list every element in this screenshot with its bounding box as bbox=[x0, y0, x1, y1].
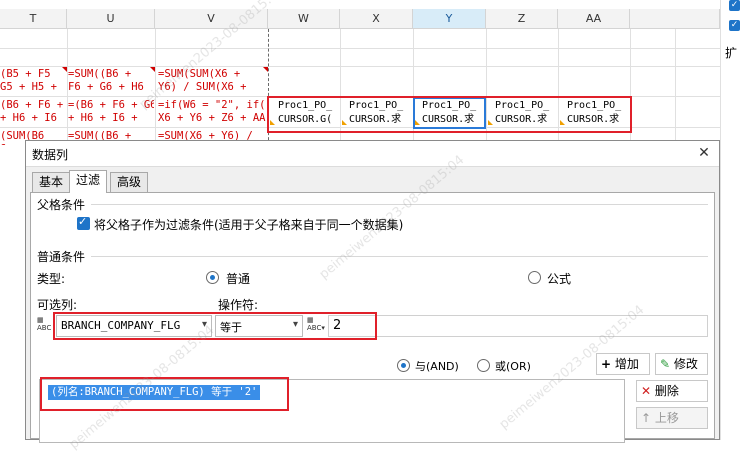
plus-icon: + bbox=[601, 357, 612, 371]
move-up-button-label: 上移 bbox=[654, 411, 679, 425]
use-parent-filter-label: 将父格子作为过滤条件(适用于父子格来自于同一个数据集) bbox=[94, 218, 404, 232]
highlight-box-condition-list bbox=[40, 377, 289, 411]
tab-filter[interactable]: 过滤 bbox=[69, 170, 108, 193]
add-button[interactable]: + 增加 bbox=[596, 353, 650, 375]
column-header-z[interactable]: Z bbox=[486, 9, 558, 29]
field-type-icon: ▦ ABC bbox=[37, 316, 52, 332]
dialog-titlebar[interactable]: 数据列 ✕ bbox=[26, 141, 719, 167]
parent-condition-title: 父格条件 bbox=[37, 198, 86, 212]
type-label: 类型: bbox=[37, 272, 66, 286]
data-column-dialog: 数据列 ✕ 基本 过滤 高级 父格条件 将父格子作为过滤条件(适用于父子格来自于… bbox=[25, 140, 720, 443]
logic-and-radio[interactable] bbox=[397, 359, 410, 372]
column-header-v[interactable]: V bbox=[155, 9, 268, 29]
column-header-x[interactable]: X bbox=[340, 9, 413, 29]
close-icon[interactable]: ✕ bbox=[695, 144, 713, 162]
delete-button-label: 删除 bbox=[654, 384, 679, 398]
type-formula-label: 公式 bbox=[547, 272, 572, 286]
column-header-t[interactable]: T bbox=[0, 9, 67, 29]
delete-button[interactable]: ✕ 删除 bbox=[636, 380, 708, 402]
delete-icon: ✕ bbox=[641, 384, 652, 398]
checkbox-icon[interactable]: ✓ bbox=[729, 20, 740, 31]
type-formula-radio[interactable] bbox=[528, 271, 541, 284]
tab-advanced[interactable]: 高级 bbox=[110, 172, 149, 192]
type-normal-radio[interactable] bbox=[206, 271, 219, 284]
right-side-panel: ✓ ✓ 扩 bbox=[720, 0, 743, 440]
add-button-label: 增加 bbox=[614, 357, 639, 371]
column-header-y[interactable]: Y bbox=[413, 9, 486, 29]
tab-basic[interactable]: 基本 bbox=[32, 172, 71, 192]
type-normal-label: 普通 bbox=[226, 272, 251, 286]
formula-cell-v2[interactable]: =if(W6 = "2", if(( X6 + Y6 + Z6 + AA bbox=[158, 99, 268, 125]
dialog-title: 数据列 bbox=[32, 148, 69, 162]
formula-cell-u2[interactable]: =(B6 + F6 + G6 + H6 + I6 + bbox=[68, 99, 154, 125]
arrow-up-icon: ↑ bbox=[641, 411, 652, 425]
highlight-box-proc-cells bbox=[267, 96, 632, 133]
highlight-box-condition bbox=[53, 312, 377, 340]
spreadsheet-grid[interactable]: T U V W X Y Z AA (B5 + F5 G5 + H5 + =SUM… bbox=[0, 0, 720, 145]
modify-button[interactable]: ✎ 修改 bbox=[655, 353, 708, 375]
column-header-u[interactable]: U bbox=[67, 9, 155, 29]
column-header-aa[interactable]: AA bbox=[558, 9, 630, 29]
operator-label: 操作符: bbox=[218, 298, 259, 312]
formula-cell-t1[interactable]: (B5 + F5 G5 + H5 + bbox=[0, 68, 66, 94]
use-parent-filter-checkbox[interactable] bbox=[77, 215, 90, 230]
modify-button-label: 修改 bbox=[673, 357, 698, 371]
logic-or-label: 或(OR) bbox=[495, 360, 531, 373]
formula-cell-t2[interactable]: (B6 + F6 + + H6 + I6 bbox=[0, 99, 66, 125]
right-panel-label: 扩 bbox=[725, 46, 738, 60]
column-header-w[interactable]: W bbox=[268, 9, 340, 29]
column-header-empty[interactable] bbox=[630, 9, 720, 29]
column-label: 可选列: bbox=[37, 298, 78, 312]
formula-cell-u1[interactable]: =SUM((B6 + F6 + G6 + H6 bbox=[68, 68, 154, 94]
move-up-button[interactable]: ↑ 上移 bbox=[636, 407, 708, 429]
checkbox-icon[interactable]: ✓ bbox=[729, 0, 740, 11]
edit-icon: ✎ bbox=[660, 357, 671, 371]
value-input[interactable]: 2 bbox=[328, 315, 708, 337]
formula-cell-v1[interactable]: =SUM(SUM(X6 + Y6) / SUM(X6 + bbox=[158, 68, 268, 94]
normal-condition-title: 普通条件 bbox=[37, 250, 86, 264]
logic-and-label: 与(AND) bbox=[415, 360, 459, 373]
logic-or-radio[interactable] bbox=[477, 359, 490, 372]
